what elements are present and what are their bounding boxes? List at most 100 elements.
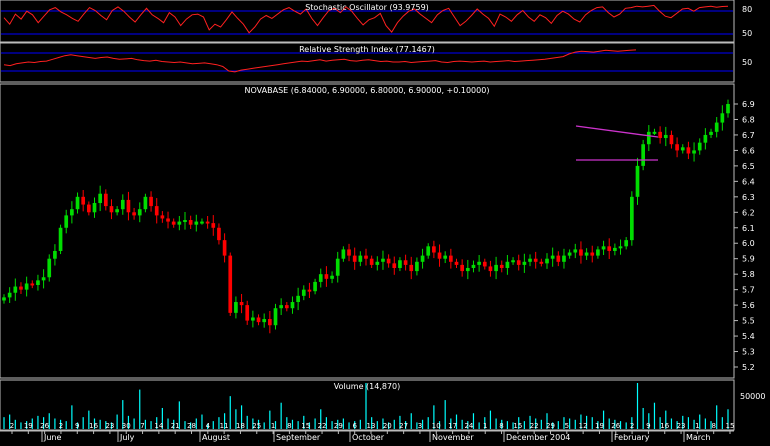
candle-body <box>70 209 74 216</box>
candle-body <box>81 196 86 205</box>
candle-body <box>58 227 63 251</box>
candle-body <box>686 147 691 154</box>
x-day-label: 23 <box>677 422 686 430</box>
candle-body <box>217 227 221 241</box>
x-day-label: 8 <box>499 422 503 430</box>
price-tick-label: 6.2 <box>742 208 755 217</box>
candle-body <box>386 258 391 264</box>
x-day-label: 19 <box>595 422 604 430</box>
candle-body <box>482 261 487 267</box>
x-day-label: 13 <box>367 422 376 430</box>
candle-body <box>465 267 470 272</box>
x-month-label: March <box>686 433 710 442</box>
candle-body <box>160 215 165 219</box>
candle-body <box>584 252 589 256</box>
candle-body <box>420 255 425 262</box>
candle-body <box>279 305 283 309</box>
volume-title: Volume (14,870) <box>334 382 401 391</box>
candle-body <box>562 255 566 262</box>
x-month-label: September <box>276 433 321 442</box>
candle-body <box>381 258 385 262</box>
x-day-label: 29 <box>334 422 343 430</box>
candle-body <box>579 249 583 256</box>
candle-body <box>109 206 114 213</box>
candle-body <box>301 289 306 296</box>
candle-body <box>154 206 159 216</box>
candle-body <box>307 289 312 292</box>
price-tick-label: 6.1 <box>742 224 755 233</box>
candle-body <box>268 319 272 326</box>
price-tick-label: 5.8 <box>742 270 755 279</box>
candle-body <box>222 240 227 256</box>
x-day-label: 1 <box>271 422 275 430</box>
candle-body <box>415 261 419 272</box>
x-day-label: 19 <box>24 422 33 430</box>
x-day-label: 3 <box>418 422 422 430</box>
candle-body <box>234 302 238 313</box>
candle-body <box>7 292 12 298</box>
candle-body <box>426 246 431 256</box>
candle-body <box>652 131 657 134</box>
candle-body <box>697 142 702 151</box>
x-day-label: 28 <box>187 422 196 430</box>
x-month-label: December 2004 <box>506 433 570 442</box>
candle-body <box>511 260 515 263</box>
candle-body <box>449 255 453 262</box>
candle-body <box>601 246 606 250</box>
x-day-label: 27 <box>399 422 408 430</box>
x-day-label: 1 <box>695 422 699 430</box>
candle-body <box>115 209 119 213</box>
x-day-label: 12 <box>579 422 588 430</box>
candle-body <box>98 193 102 204</box>
candle-body <box>188 220 193 225</box>
candle-body <box>262 319 267 323</box>
candle-body <box>539 261 544 264</box>
price-tick-label: 6.5 <box>742 162 755 171</box>
candle-body <box>375 261 380 265</box>
stochastic-tick-50: 50 <box>742 29 752 38</box>
candle-body <box>613 247 617 251</box>
candle-body <box>528 258 532 262</box>
candle-body <box>228 255 233 313</box>
candle-body <box>324 274 329 279</box>
x-day-label: 15 <box>513 422 522 430</box>
candle-body <box>143 196 148 210</box>
candle-body <box>624 240 629 247</box>
candle-body <box>171 221 176 225</box>
candle-body <box>30 283 35 286</box>
candle-body <box>132 212 136 216</box>
candle-body <box>709 131 713 135</box>
rsi-title: Relative Strength Index (77.1467) <box>299 45 435 54</box>
candle-body <box>335 258 340 276</box>
candle-body <box>675 144 679 151</box>
candle-body <box>403 260 408 265</box>
candle-body <box>200 221 204 224</box>
candle-body <box>13 286 18 293</box>
candle-body <box>398 260 402 268</box>
candle-body <box>596 249 600 256</box>
x-day-label: 1 <box>483 422 487 430</box>
candle-body <box>641 144 645 166</box>
candle-body <box>64 215 69 228</box>
x-month-label: June <box>43 433 62 442</box>
candle-body <box>284 305 289 309</box>
candle-body <box>92 203 97 213</box>
candle-body <box>149 196 153 207</box>
candle-body <box>205 221 210 224</box>
x-day-label: 4 <box>206 422 211 430</box>
candle-body <box>499 264 504 268</box>
candle-body <box>347 249 351 256</box>
candle-body <box>126 199 131 213</box>
candle-body <box>341 249 346 259</box>
candle-body <box>454 261 459 265</box>
rsi-tick-50: 50 <box>742 58 752 67</box>
candle-body <box>296 295 300 303</box>
x-day-label: 25 <box>252 422 261 430</box>
candle-body <box>2 297 6 301</box>
x-day-label: 2 <box>630 422 634 430</box>
candle-body <box>494 264 498 272</box>
candle-body <box>75 196 80 210</box>
price-tick-label: 5.6 <box>742 301 755 310</box>
stock-chart-window: Stochastic Oscillator (93.9759) Relative… <box>0 0 770 442</box>
x-day-label: 8 <box>711 422 715 430</box>
